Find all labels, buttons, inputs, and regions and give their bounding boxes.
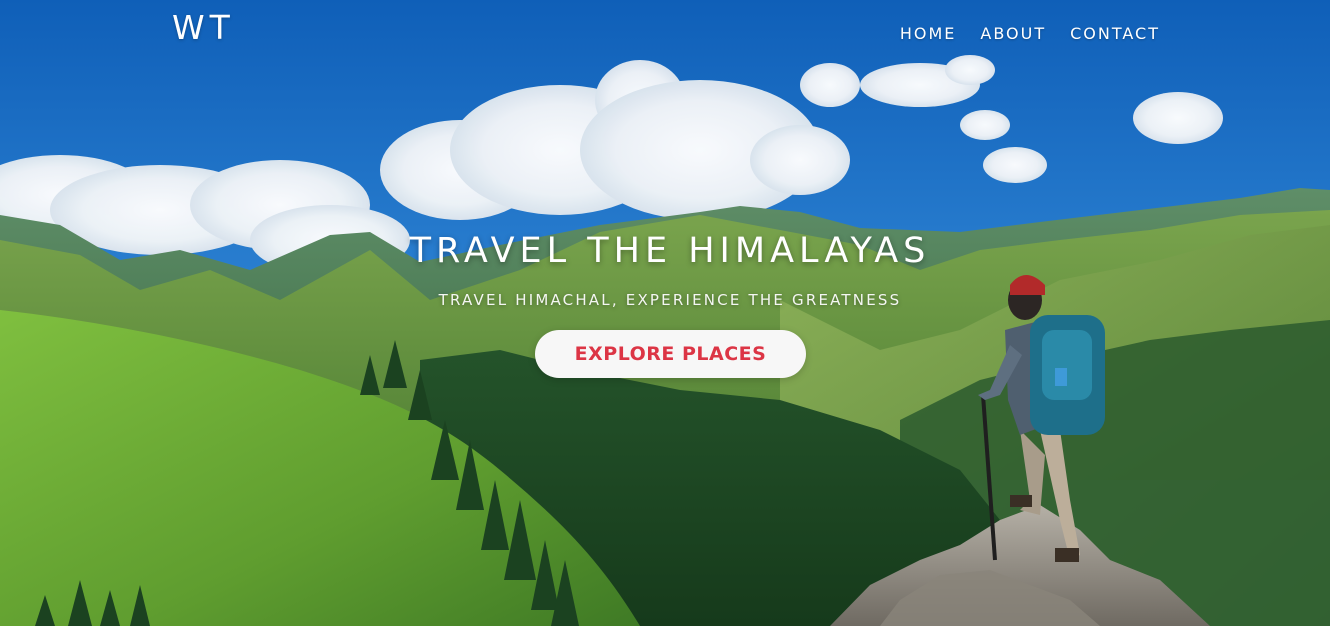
hero-background-image: [0, 0, 1330, 626]
hero-section: WT HOME ABOUT CONTACT TRAVEL THE HIMALAY…: [0, 0, 1330, 626]
nav-link-contact[interactable]: CONTACT: [1070, 24, 1160, 43]
nav-link-about[interactable]: ABOUT: [980, 24, 1046, 43]
hero-subtitle: TRAVEL HIMACHAL, EXPERIENCE THE GREATNES…: [438, 291, 902, 309]
nav-link-home[interactable]: HOME: [900, 24, 957, 43]
explore-places-button[interactable]: EXPLORE PLACES: [535, 330, 806, 378]
brand-logo[interactable]: WT: [172, 8, 235, 47]
hero-title: TRAVEL THE HIMALAYAS: [409, 231, 931, 271]
main-nav: HOME ABOUT CONTACT: [900, 24, 1160, 43]
